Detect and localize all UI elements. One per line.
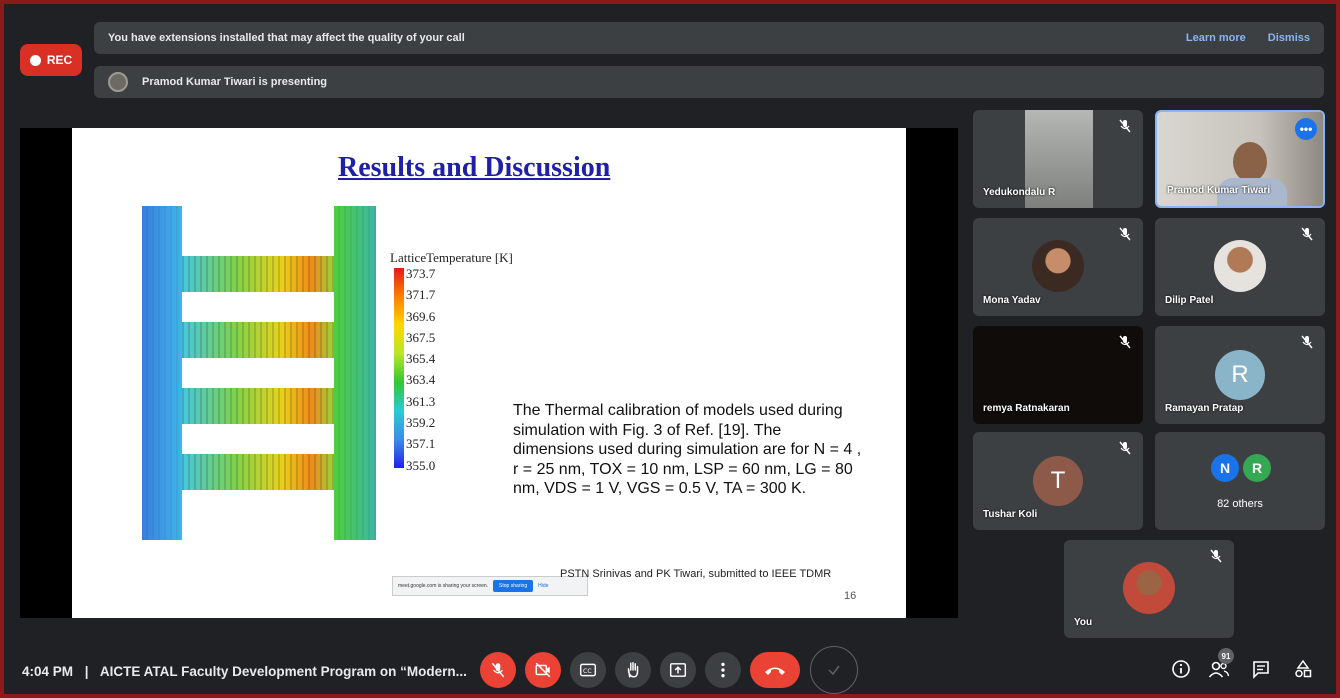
avatar: R	[1215, 350, 1265, 400]
present-icon	[669, 663, 687, 677]
participant-name: remya Ratnakaran	[983, 403, 1070, 414]
chat-icon	[1253, 661, 1269, 679]
mic-off-icon	[1301, 335, 1313, 349]
legend-tick: 369.6	[406, 308, 436, 324]
share-message: meet.google.com is sharing your screen.	[398, 583, 489, 589]
participant-count-badge: 91	[1218, 648, 1234, 664]
participant-name: Pramod Kumar Tiwari	[1167, 185, 1271, 196]
thermal-simulation-figure	[142, 206, 376, 540]
shared-slide: Results and Discussion LatticeTemperatur…	[72, 128, 906, 618]
participant-tile[interactable]: Yedukondalu R	[973, 110, 1143, 208]
participant-tile-active-speaker[interactable]: ••• Pramod Kumar Tiwari	[1155, 110, 1325, 208]
mic-off-icon	[1119, 227, 1131, 241]
present-button[interactable]	[660, 652, 696, 688]
others-avatars: N R	[1211, 454, 1271, 482]
participant-name: You	[1074, 617, 1093, 628]
participant-tile[interactable]: Dilip Patel	[1155, 218, 1325, 316]
activities-button[interactable]	[1290, 656, 1316, 682]
others-count: 82 others	[1217, 498, 1263, 510]
participant-name: Yedukondalu R	[983, 187, 1056, 198]
hide-share-bar-button[interactable]: Hide	[538, 583, 548, 589]
avatar: R	[1243, 454, 1271, 482]
legend-tick: 367.5	[406, 329, 436, 345]
checkmark-icon	[828, 665, 840, 676]
microphone-button[interactable]	[480, 652, 516, 688]
svg-text:CC: CC	[583, 668, 592, 675]
recording-badge: REC	[20, 44, 82, 76]
hang-up-button[interactable]	[750, 652, 800, 688]
dismiss-button[interactable]: Dismiss	[1268, 32, 1310, 44]
mic-off-icon	[1119, 119, 1131, 133]
slide-citation: PSTN Srinivas and PK Tiwari, submitted t…	[560, 568, 832, 580]
more-options-button[interactable]	[705, 652, 741, 688]
legend-title: LatticeTemperature [K]	[390, 250, 513, 265]
presenting-banner: Pramod Kumar Tiwari is presenting	[94, 66, 1324, 98]
avatar	[1123, 562, 1175, 614]
participant-name: Ramayan Pratap	[1165, 403, 1244, 414]
participant-tile[interactable]: Mona Yadav	[973, 218, 1143, 316]
extensions-message: You have extensions installed that may a…	[108, 32, 465, 44]
mic-off-icon	[1119, 335, 1131, 349]
camera-off-icon	[535, 662, 551, 678]
slide-page-number: 16	[844, 590, 857, 602]
learn-more-link[interactable]: Learn more	[1186, 32, 1246, 44]
activities-icon	[1295, 659, 1312, 678]
participant-tile[interactable]: R Ramayan Pratap	[1155, 326, 1325, 424]
extensions-banner: You have extensions installed that may a…	[94, 22, 1324, 54]
mic-off-icon	[1210, 549, 1222, 563]
legend-tick: 373.7	[406, 266, 436, 281]
avatar	[1032, 240, 1084, 292]
current-time: 4:04 PM	[22, 664, 74, 679]
captions-button[interactable]: CC	[570, 652, 606, 688]
avatar: T	[1033, 456, 1083, 506]
participant-name: Mona Yadav	[983, 295, 1041, 306]
avatar	[1214, 240, 1266, 292]
avatar: N	[1211, 454, 1239, 482]
self-tile[interactable]: You	[1064, 540, 1234, 638]
presentation-stage: Results and Discussion LatticeTemperatur…	[20, 128, 958, 618]
meeting-title[interactable]: AICTE ATAL Faculty Development Program o…	[100, 664, 467, 679]
camera-button[interactable]	[525, 652, 561, 688]
raise-hand-icon	[627, 661, 639, 678]
captions-icon: CC	[579, 663, 597, 677]
participant-tile[interactable]: remya Ratnakaran	[973, 326, 1143, 424]
slide-body-text: The Thermal calibration of models used d…	[513, 402, 862, 498]
participant-tile[interactable]: T Tushar Koli	[973, 432, 1143, 530]
mic-off-icon	[1119, 441, 1131, 455]
legend-tick: 357.1	[406, 436, 436, 452]
mic-off-icon	[491, 662, 505, 678]
info-separator: |	[84, 664, 89, 679]
mic-off-icon	[1301, 227, 1313, 241]
legend-tick: 371.7	[406, 287, 436, 303]
presenter-face	[1233, 142, 1267, 182]
people-button[interactable]: 91	[1206, 648, 1234, 682]
meeting-details-button[interactable]	[1168, 656, 1194, 682]
hang-up-icon	[765, 667, 785, 675]
participant-name: Dilip Patel	[1165, 295, 1214, 306]
record-dot-icon	[29, 54, 41, 66]
chat-button[interactable]	[1248, 656, 1274, 682]
others-tile[interactable]: N R 82 others	[1155, 432, 1325, 530]
presenting-message: Pramod Kumar Tiwari is presenting	[142, 76, 328, 88]
more-options-icon[interactable]: •••	[1295, 118, 1317, 140]
raise-hand-button[interactable]	[615, 652, 651, 688]
legend-tick: 361.3	[406, 393, 436, 409]
reaction-button[interactable]	[810, 646, 858, 694]
stop-sharing-button[interactable]: Stop sharing	[493, 580, 534, 592]
legend-tick: 365.4	[406, 351, 436, 367]
legend-tick: 363.4	[406, 372, 436, 388]
screen-share-bar: meet.google.com is sharing your screen. …	[392, 576, 588, 596]
legend-ticks: 373.7 371.7 369.6 367.5 365.4 363.4 361.…	[406, 266, 436, 480]
more-vertical-icon	[721, 662, 725, 678]
legend-tick: 359.2	[406, 415, 436, 431]
participant-name: Tushar Koli	[983, 509, 1038, 520]
slide-title: Results and Discussion	[338, 152, 611, 183]
meeting-info: 4:04 PM | AICTE ATAL Faculty Development…	[22, 664, 467, 679]
presenter-avatar	[108, 72, 128, 92]
legend-tick: 355.0	[406, 457, 436, 473]
recording-label: REC	[46, 53, 73, 67]
temperature-colorbar	[394, 268, 404, 468]
info-icon	[1172, 660, 1190, 678]
